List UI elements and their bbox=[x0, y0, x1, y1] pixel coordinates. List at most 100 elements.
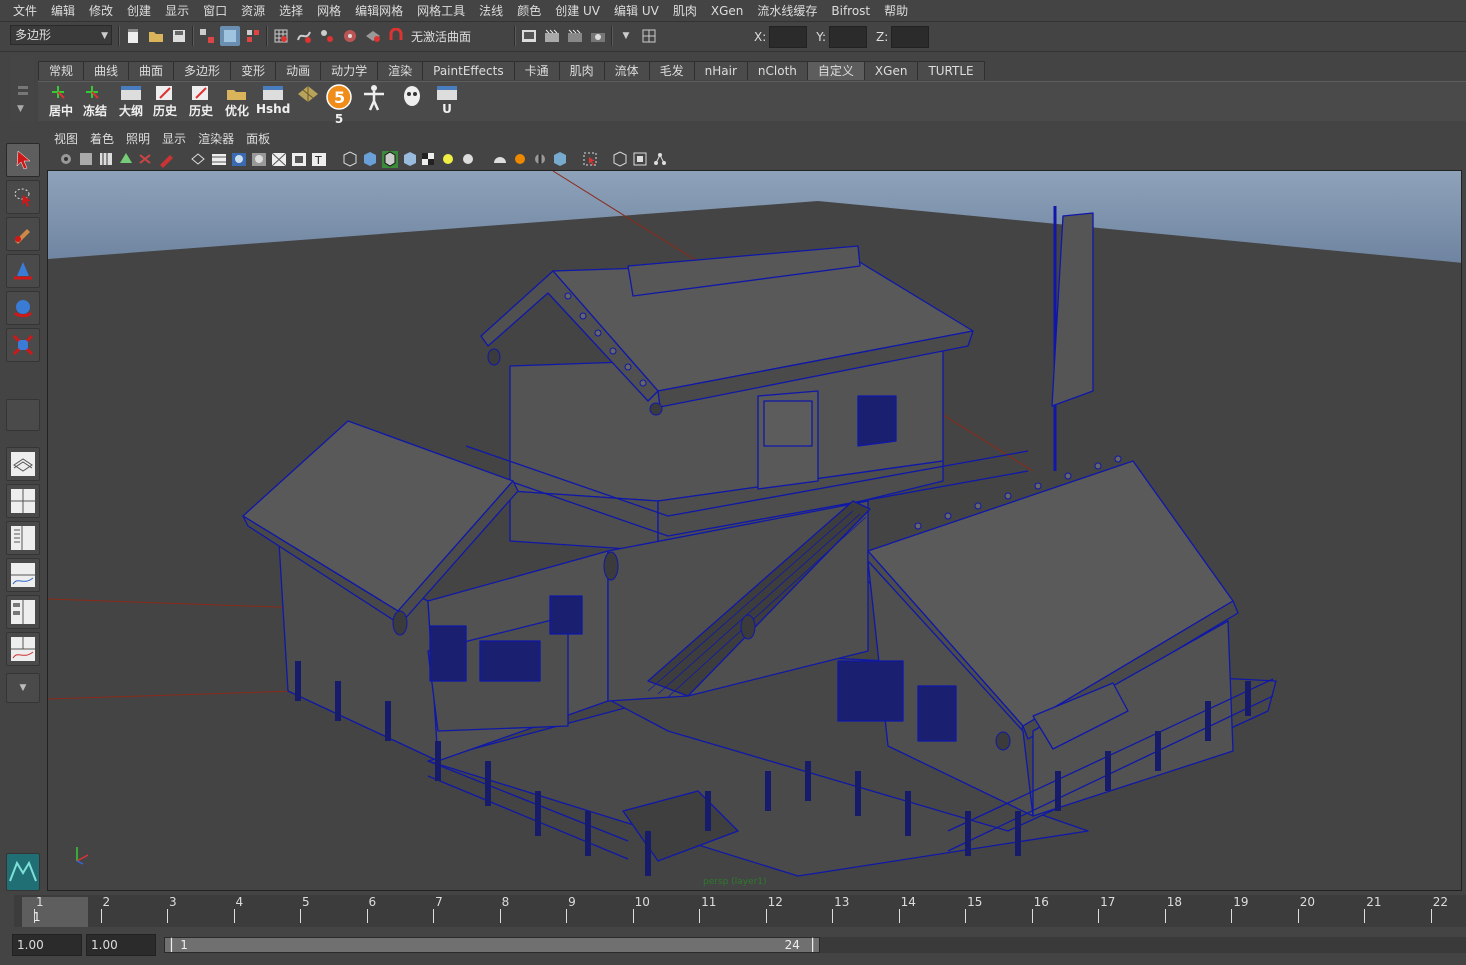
time-slider[interactable]: 1 2 3 4 5 6 7 8 9 10 11 12 13 14 15 16 17 18 19 20 21 22 1 bbox=[0, 893, 1466, 931]
ipr-render-icon[interactable] bbox=[565, 26, 585, 46]
shelf-button[interactable]: 大纲 bbox=[114, 84, 148, 118]
shelf-tab[interactable]: 曲线 bbox=[83, 61, 130, 80]
menu-item[interactable]: 编辑 UV bbox=[607, 2, 666, 19]
new-scene-icon[interactable] bbox=[123, 26, 143, 46]
perspective-viewport[interactable]: persp (layer1) bbox=[47, 170, 1462, 891]
make-live-icon[interactable] bbox=[363, 26, 383, 46]
paint-select-tool[interactable] bbox=[6, 217, 40, 251]
menu-item[interactable]: 窗口 bbox=[196, 2, 234, 19]
layout-graph-button[interactable] bbox=[6, 558, 40, 592]
shelf-tab[interactable]: 卡通 bbox=[513, 61, 560, 80]
menu-item[interactable]: 流水线缓存 bbox=[750, 2, 824, 19]
snap-curve-icon[interactable] bbox=[294, 26, 314, 46]
shelf-tab[interactable]: 动力学 bbox=[320, 61, 379, 80]
shelf-tab[interactable]: 自定义 bbox=[806, 61, 865, 80]
snap-grid-icon[interactable] bbox=[271, 26, 291, 46]
range-slider[interactable]: ▏1 24 ▕ bbox=[164, 937, 820, 953]
shelf-button[interactable]: 历史 bbox=[184, 84, 218, 118]
menu-item[interactable]: 编辑网格 bbox=[348, 2, 410, 19]
resolution-gate-icon bbox=[232, 153, 246, 166]
shelf-button[interactable] bbox=[358, 84, 392, 118]
last-tool-slot[interactable] bbox=[6, 399, 40, 431]
select-tool[interactable] bbox=[6, 143, 40, 177]
menu-item[interactable]: 编辑 bbox=[44, 2, 82, 19]
layout-more-button[interactable]: ▼ bbox=[6, 673, 40, 703]
move-tool[interactable] bbox=[6, 254, 40, 288]
mode-select[interactable]: 多边形 ▼ bbox=[10, 25, 112, 45]
menu-item[interactable]: 法线 bbox=[472, 2, 510, 19]
lasso-tool[interactable] bbox=[6, 180, 40, 214]
shelf-tab[interactable]: 多边形 bbox=[173, 61, 232, 80]
menu-item[interactable]: 修改 bbox=[82, 2, 120, 19]
panel-menu-item[interactable]: 渲染器 bbox=[192, 129, 240, 149]
playback-start-field[interactable]: 1.00 bbox=[86, 934, 156, 956]
layout-single-button[interactable] bbox=[6, 447, 40, 481]
select-component-icon[interactable] bbox=[243, 26, 263, 46]
panel-menu-item[interactable]: 着色 bbox=[84, 129, 120, 149]
layout-render-button[interactable] bbox=[6, 632, 40, 666]
menu-item[interactable]: 显示 bbox=[158, 2, 196, 19]
shelf-tab[interactable]: 渲染 bbox=[377, 61, 424, 80]
menu-item[interactable]: 创建 UV bbox=[548, 2, 607, 19]
shelf-button[interactable]: 优化 bbox=[220, 84, 254, 118]
layout-outliner-button[interactable] bbox=[6, 521, 40, 555]
layout-four-button[interactable] bbox=[6, 484, 40, 518]
shelf-button[interactable] bbox=[290, 84, 324, 118]
render-frame-icon[interactable] bbox=[542, 26, 562, 46]
panel-menu-item[interactable]: 视图 bbox=[48, 129, 84, 149]
shelf-button[interactable]: 历史 bbox=[148, 84, 182, 118]
shelf-tab[interactable]: 变形 bbox=[230, 61, 277, 80]
layout-hypershade-button[interactable] bbox=[6, 595, 40, 629]
scale-tool[interactable] bbox=[6, 328, 40, 362]
shelf-tab[interactable]: 动画 bbox=[275, 61, 322, 80]
magnet-icon[interactable] bbox=[386, 26, 406, 46]
menu-item[interactable]: 肌肉 bbox=[666, 2, 704, 19]
input-mode-icon[interactable]: ▼ bbox=[616, 26, 636, 46]
menu-item[interactable]: Bifrost bbox=[824, 4, 877, 18]
rotate-tool[interactable] bbox=[6, 291, 40, 325]
shelf-tab[interactable]: 常规 bbox=[38, 61, 85, 80]
x-field[interactable] bbox=[769, 26, 808, 48]
z-field[interactable] bbox=[891, 26, 930, 48]
shelf-tab[interactable]: nHair bbox=[693, 61, 748, 80]
shelf-tab[interactable]: PaintEffects bbox=[422, 61, 515, 80]
select-hierarchy-icon[interactable] bbox=[197, 26, 217, 46]
menu-item[interactable]: 网格 bbox=[310, 2, 348, 19]
save-scene-icon[interactable] bbox=[169, 26, 189, 46]
shelf-tab[interactable]: nCloth bbox=[746, 61, 808, 80]
panel-menu-item[interactable]: 面板 bbox=[240, 129, 276, 149]
menu-item[interactable]: 创建 bbox=[120, 2, 158, 19]
menu-item[interactable]: XGen bbox=[704, 4, 751, 18]
shelf-button[interactable]: 55 bbox=[322, 84, 356, 126]
transform-mode-icon[interactable] bbox=[639, 26, 659, 46]
shelf-tab[interactable]: 曲面 bbox=[128, 61, 175, 80]
select-object-icon[interactable] bbox=[220, 26, 240, 46]
shelf-button[interactable]: U bbox=[430, 84, 464, 118]
shelf-button[interactable] bbox=[394, 84, 428, 118]
shelf-tab[interactable]: 流体 bbox=[603, 61, 650, 80]
shelf-button[interactable]: 居中 bbox=[44, 84, 78, 118]
menu-item[interactable]: 帮助 bbox=[877, 2, 915, 19]
menu-item[interactable]: 颜色 bbox=[510, 2, 548, 19]
shelf-button[interactable]: Hshd bbox=[256, 84, 290, 118]
shelf-handle[interactable]: ▼ bbox=[10, 56, 34, 122]
shelf-button[interactable]: 冻结 bbox=[78, 84, 112, 118]
y-field[interactable] bbox=[829, 26, 868, 48]
menu-item[interactable]: 文件 bbox=[6, 2, 44, 19]
render-view-icon[interactable] bbox=[519, 26, 539, 46]
menu-item[interactable]: 资源 bbox=[234, 2, 272, 19]
menu-item[interactable]: 网格工具 bbox=[410, 2, 472, 19]
shelf-tab[interactable]: 肌肉 bbox=[558, 61, 605, 80]
menu-item[interactable]: 选择 bbox=[272, 2, 310, 19]
render-settings-icon[interactable] bbox=[588, 26, 608, 46]
live-surface-label[interactable]: 无激活曲面 bbox=[411, 28, 511, 45]
snap-view-plane-icon[interactable] bbox=[340, 26, 360, 46]
open-scene-icon[interactable] bbox=[146, 26, 166, 46]
shelf-tab[interactable]: TURTLE bbox=[917, 61, 985, 80]
panel-menu-item[interactable]: 照明 bbox=[120, 129, 156, 149]
panel-menu-item[interactable]: 显示 bbox=[156, 129, 192, 149]
snap-point-icon[interactable] bbox=[317, 26, 337, 46]
start-time-field[interactable]: 1.00 bbox=[12, 934, 82, 956]
shelf-tab[interactable]: 毛发 bbox=[648, 61, 695, 80]
shelf-tab[interactable]: XGen bbox=[863, 61, 919, 80]
